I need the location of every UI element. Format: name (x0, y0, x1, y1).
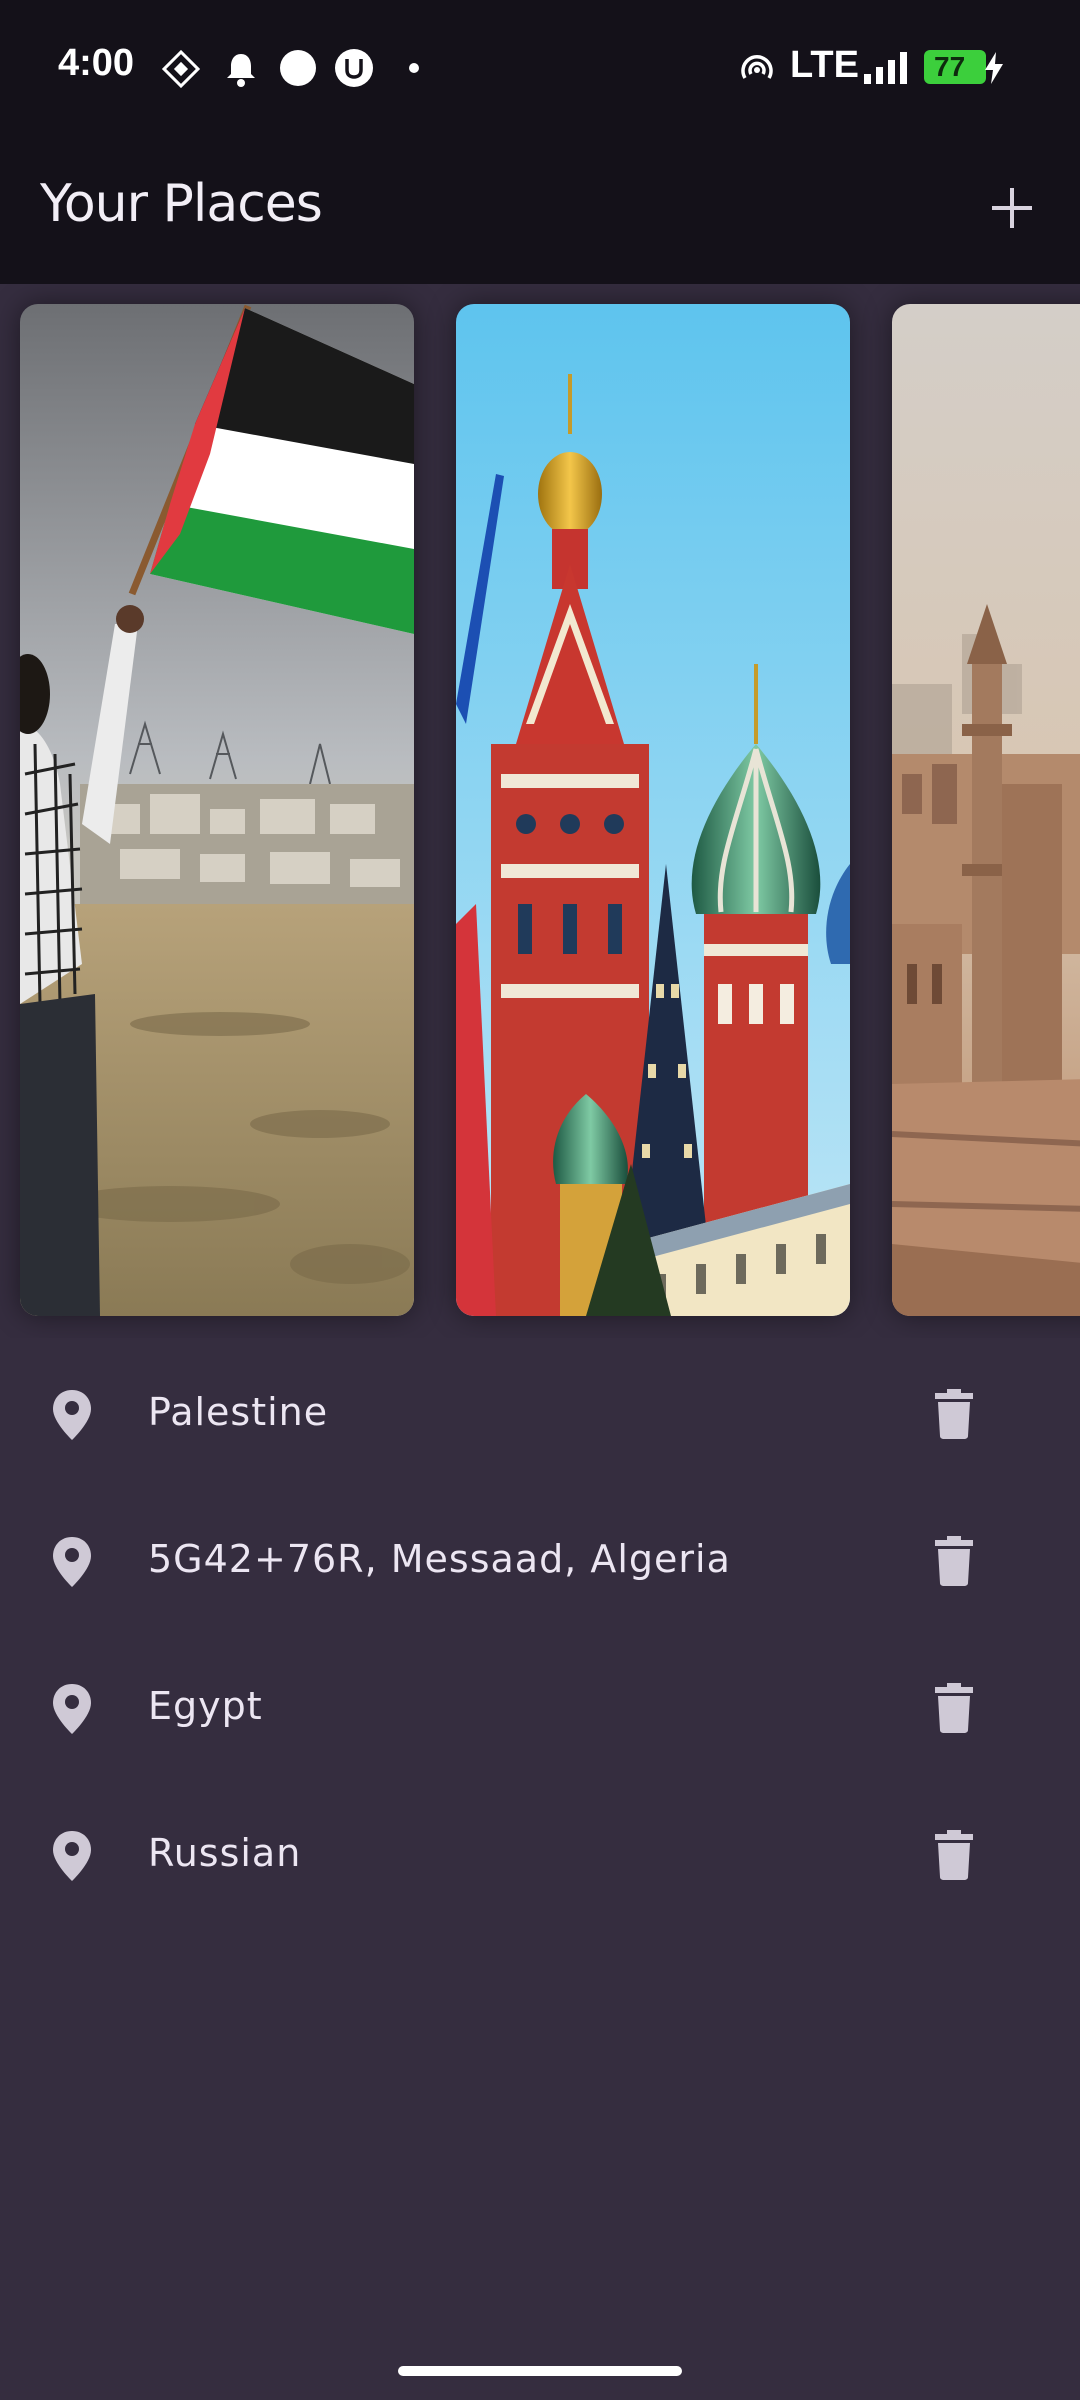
bell-icon (227, 54, 255, 87)
signal-icon (864, 52, 907, 84)
dot-icon (409, 63, 419, 73)
places-list: Palestine 5G42+76R, Messaad, Algeria Egy… (0, 1340, 1080, 1928)
list-item[interactable]: Russian (0, 1781, 1080, 1928)
place-name: 5G42+76R, Messaad, Algeria (148, 1537, 731, 1581)
plus-icon (992, 188, 1032, 228)
list-item[interactable]: Egypt (0, 1634, 1080, 1781)
place-name: Palestine (148, 1390, 329, 1434)
circle-icon (280, 50, 316, 86)
trash-icon[interactable] (934, 1388, 974, 1440)
location-pin-icon (53, 1390, 91, 1440)
trash-icon[interactable] (934, 1829, 974, 1881)
list-item[interactable]: Palestine (0, 1340, 1080, 1487)
egypt-image[interactable] (892, 304, 1080, 1316)
palestine-image[interactable] (20, 304, 414, 1316)
status-bar: 4:00 LTE 77 (0, 0, 1080, 136)
list-item[interactable]: 5G42+76R, Messaad, Algeria (0, 1487, 1080, 1634)
home-indicator[interactable] (398, 2366, 682, 2376)
page-title: Your Places (40, 174, 323, 234)
charging-icon (985, 52, 1003, 84)
place-name: Egypt (148, 1684, 263, 1728)
app-bar: Your Places (0, 136, 1080, 284)
hotspot-icon (741, 55, 773, 79)
diamond-app-icon (162, 50, 200, 88)
trash-icon[interactable] (934, 1682, 974, 1734)
places-carousel[interactable] (0, 284, 1080, 1338)
add-place-button[interactable] (980, 176, 1044, 240)
battery-icon: 77 (924, 50, 986, 84)
status-time: 4:00 (58, 42, 135, 84)
u-app-icon (335, 49, 373, 87)
network-type: LTE (790, 44, 859, 86)
battery-level: 77 (934, 51, 966, 82)
place-name: Russian (148, 1831, 302, 1875)
trash-icon[interactable] (934, 1535, 974, 1587)
location-pin-icon (53, 1831, 91, 1881)
location-pin-icon (53, 1684, 91, 1734)
russia-image[interactable] (456, 304, 850, 1316)
location-pin-icon (53, 1537, 91, 1587)
